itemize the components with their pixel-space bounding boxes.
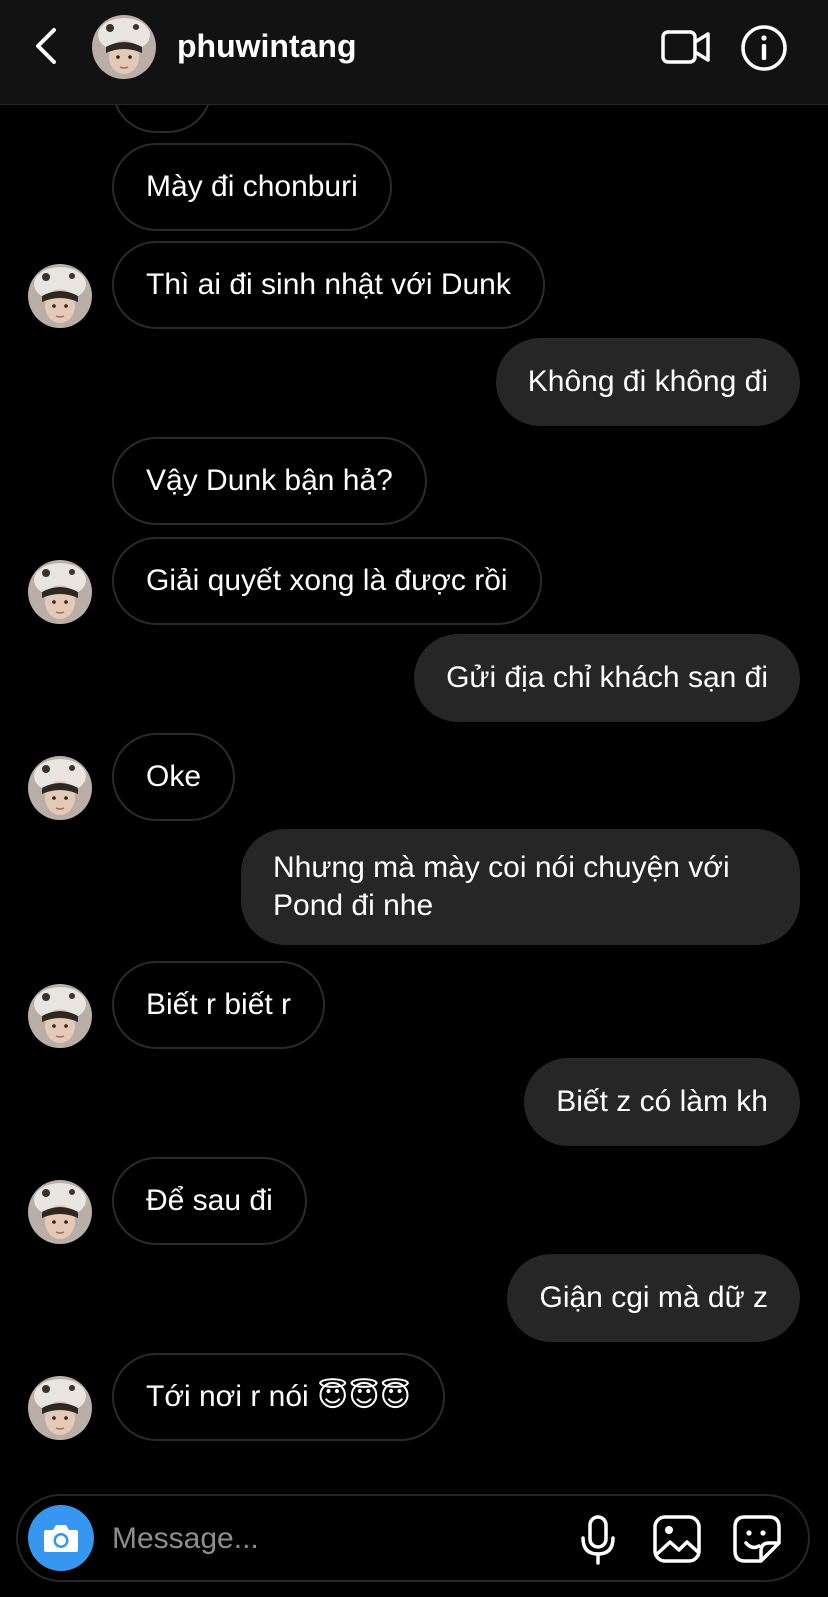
camera-icon	[44, 1525, 78, 1552]
back-chevron-icon	[36, 28, 56, 64]
info-icon	[741, 25, 787, 71]
voice-message-button[interactable]	[578, 1514, 618, 1566]
sticker-icon	[733, 1515, 781, 1563]
sender-avatar[interactable]	[28, 560, 92, 624]
message-bubble-outgoing[interactable]: Biết z có làm kh	[524, 1058, 800, 1146]
message-bubble-incoming[interactable]: Mày đi chonburi	[112, 143, 392, 231]
message-bubble-incoming[interactable]: Vậy Dunk bận hả?	[112, 437, 427, 525]
message-input[interactable]	[110, 1516, 544, 1562]
message-bubble-incoming[interactable]: Tới nơi r nói 😇😇😇	[112, 1353, 445, 1441]
gallery-button[interactable]	[652, 1514, 702, 1564]
back-button[interactable]	[30, 26, 70, 66]
message-bubble-incoming[interactable]: Thì ai đi sinh nhật với Dunk	[112, 241, 545, 329]
sender-avatar[interactable]	[28, 984, 92, 1048]
gallery-icon	[653, 1515, 701, 1563]
sender-avatar[interactable]	[28, 756, 92, 820]
sticker-button[interactable]	[732, 1514, 782, 1564]
message-bubble-outgoing[interactable]: Nhưng mà mày coi nói chuyện với Pond đi …	[241, 829, 800, 945]
message-bubble-incoming[interactable]: Biết r biết r	[112, 961, 326, 1049]
message-bubble-outgoing[interactable]: Gửi địa chỉ khách sạn đi	[414, 634, 800, 722]
message-bubble-outgoing[interactable]: Không đi không đi	[495, 338, 800, 426]
profile-avatar[interactable]	[92, 15, 156, 79]
message-bubble-incoming[interactable]: Để sau đi	[112, 1157, 307, 1245]
chat-header: phuwintang	[0, 0, 828, 105]
message-thread[interactable]: Mày đi chonburi Thì ai đi sinh nhật với …	[0, 105, 828, 1485]
camera-button[interactable]	[28, 1505, 94, 1571]
message-bubble-incoming[interactable]	[112, 105, 212, 133]
header-username[interactable]: phuwintang	[177, 26, 357, 66]
video-call-icon	[661, 30, 710, 64]
sender-avatar[interactable]	[28, 1376, 92, 1440]
video-call-button[interactable]	[660, 27, 712, 67]
sender-avatar[interactable]	[28, 264, 92, 328]
message-bubble-outgoing[interactable]: Giận cgi mà dữ z	[507, 1254, 800, 1342]
message-bubble-incoming[interactable]: Giải quyết xong là được rồi	[112, 537, 542, 625]
info-button[interactable]	[740, 24, 788, 72]
microphone-icon	[581, 1515, 615, 1565]
message-composer	[16, 1494, 810, 1582]
message-bubble-incoming[interactable]: Oke	[112, 733, 236, 821]
sender-avatar[interactable]	[28, 1180, 92, 1244]
